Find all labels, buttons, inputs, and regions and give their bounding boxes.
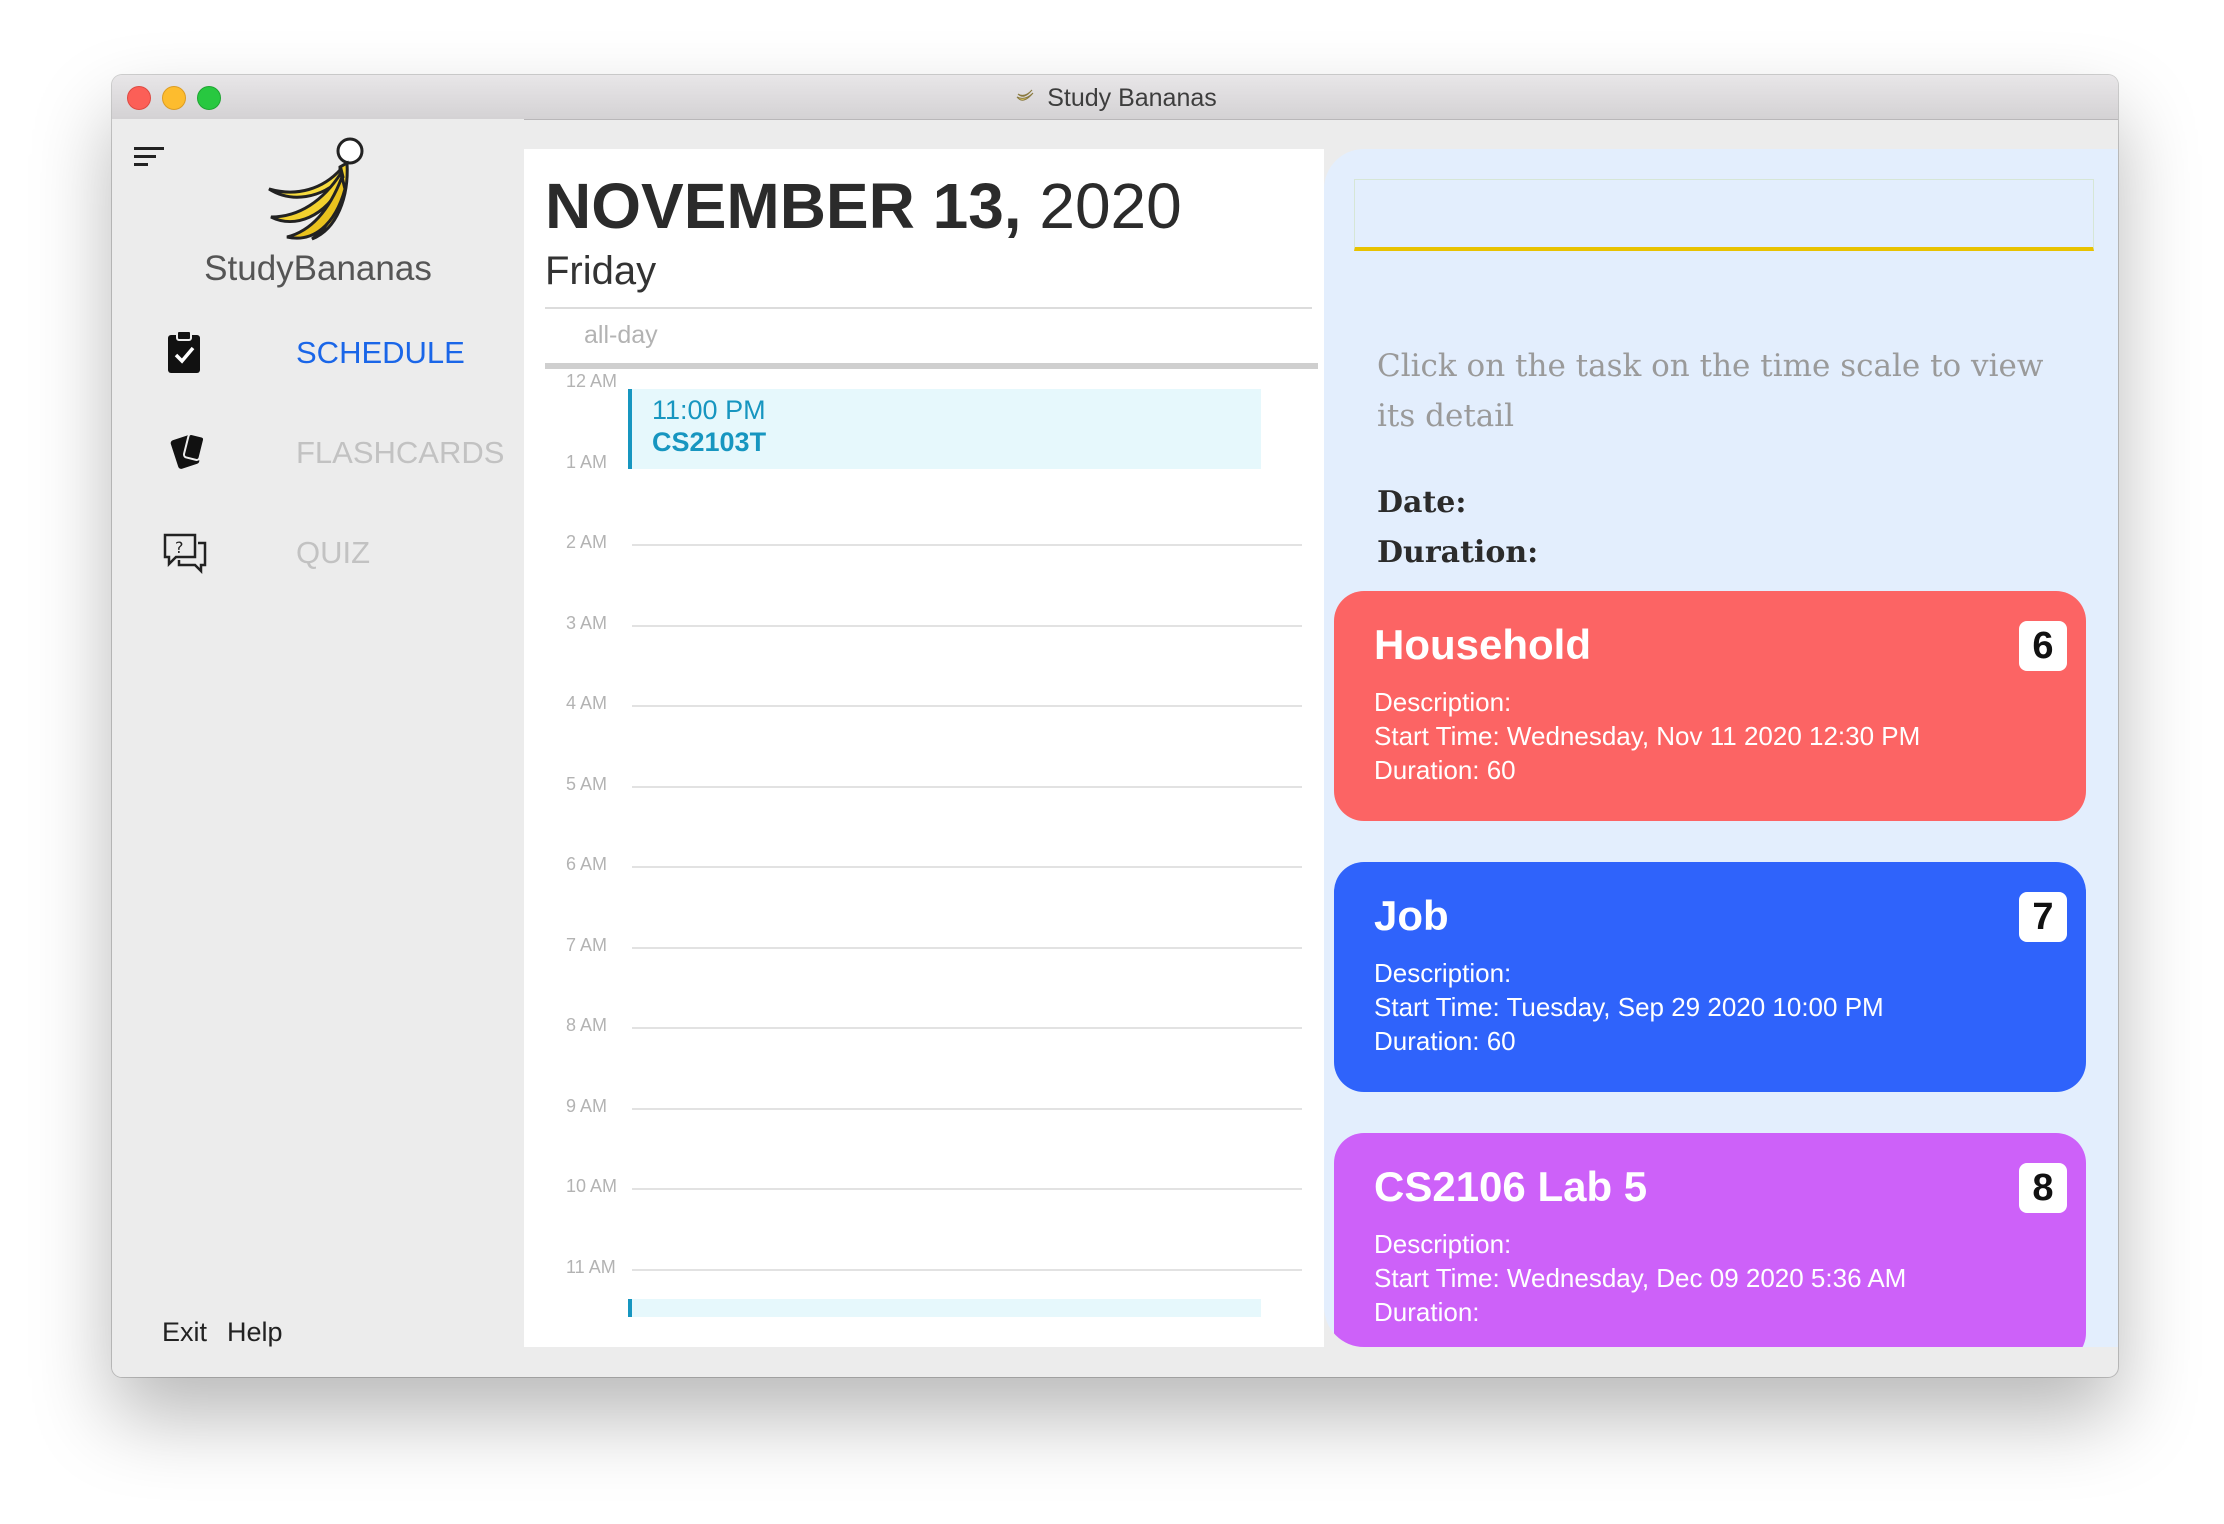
task-card-cs2106-lab[interactable]: CS2106 Lab 5 8 Description: Start Time: … [1334,1133,2086,1347]
app-window: Study Bananas StudyBananas SCHEDULE FLAS… [112,75,2118,1377]
date-heading: NOVEMBER 13, 2020 [545,169,1182,243]
footer-links: Exit Help [162,1317,303,1348]
hour-gridline [632,705,1302,707]
task-description: Description: [1374,1229,1512,1259]
hour-gridline [632,1188,1302,1190]
command-input[interactable] [1354,179,2094,251]
nav-schedule-label: SCHEDULE [296,335,465,370]
task-description: Description: [1374,958,1512,988]
event-time: 11:00 PM [652,395,766,425]
task-card-job[interactable]: Job 7 Description: Start Time: Tuesday, … [1334,862,2086,1092]
event-name: CS2103T [652,427,767,457]
window-title-text: Study Bananas [1047,84,1217,112]
detail-panel: Click on the task on the time scale to v… [1324,149,2118,1347]
task-description: Description: [1374,687,1512,717]
detail-hint: Click on the task on the time scale to v… [1377,348,2044,434]
weekday-label: Friday [545,249,657,293]
hour-label: 2 AM [566,532,608,552]
task-index-badge: 6 [2019,621,2067,671]
hour-label: 8 AM [566,1015,608,1035]
title-bar: Study Bananas [112,75,2118,120]
task-duration: Duration: 60 [1374,1026,1516,1056]
task-duration: Duration: [1374,1297,1480,1327]
task-index-badge: 7 [2019,892,2067,942]
hour-gridline [632,624,1302,627]
task-index-badge: 8 [2019,1163,2067,1213]
svg-text:?: ? [175,538,184,557]
day-calendar: NOVEMBER 13, 2020 Friday all-day 12 AM 1 … [524,149,1324,1347]
detail-date-label: Date: [1377,485,1467,520]
hour-gridline [632,1107,1302,1110]
hour-gridline [632,866,1302,868]
task-start-time: Start Time: Wednesday, Dec 09 2020 5:36 … [1374,1263,1907,1293]
study-bananas-logo [268,137,364,241]
nav-flashcards[interactable]: FLASHCARDS [162,425,504,481]
quiz-chat-icon: ? [163,533,207,575]
window-title: Study Bananas [112,84,2118,113]
exit-link[interactable]: Exit [162,1317,207,1347]
hour-label: 10 AM [566,1176,618,1196]
hour-gridline [632,785,1302,788]
hour-gridline [632,1027,1302,1029]
task-title: CS2106 Lab 5 [1374,1163,1648,1210]
hour-label: 12 AM [566,371,618,391]
hour-label: 4 AM [566,693,608,713]
menu-icon[interactable] [134,145,166,169]
cards-icon [170,433,206,469]
task-card-household[interactable]: Household 6 Description: Start Time: Wed… [1334,591,2086,821]
calendar-event[interactable]: 11:00 PM CS2103T [628,389,1261,469]
nav-flashcards-label: FLASHCARDS [296,435,505,470]
task-start-time: Start Time: Wednesday, Nov 11 2020 12:30… [1374,721,1921,751]
help-link[interactable]: Help [227,1317,283,1347]
date-month-day: NOVEMBER 13, [545,170,1022,242]
hour-label: 1 AM [566,451,608,472]
task-title: Household [1374,621,1591,668]
hour-label: 11 AM [566,1256,616,1277]
nav-quiz-label: QUIZ [296,535,371,570]
sidebar: StudyBananas SCHEDULE FLASHCARDS ? QUIZ [112,119,524,1377]
hour-label: 6 AM [566,854,608,874]
nav-schedule[interactable]: SCHEDULE [162,325,492,381]
task-title: Job [1374,892,1449,939]
hour-gridline [632,544,1302,546]
hour-label: 3 AM [566,612,608,633]
brand-name: StudyBananas [204,249,432,288]
task-duration: Duration: 60 [1374,755,1516,785]
hour-label: 9 AM [566,1095,608,1116]
all-day-label: all-day [584,321,658,349]
hour-gridline [632,946,1302,949]
hour-label: 7 AM [566,934,608,955]
date-year: 2020 [1039,170,1182,242]
task-start-time: Start Time: Tuesday, Sep 29 2020 10:00 P… [1374,992,1884,1022]
banana-icon [1016,89,1034,101]
hour-gridline [632,1268,1302,1271]
clipboard-check-icon [168,330,200,373]
nav-quiz[interactable]: ? QUIZ [162,525,492,581]
detail-duration-label: Duration: [1377,535,1539,570]
divider [545,307,1312,309]
calendar-event-partial[interactable] [628,1299,1261,1317]
hour-label: 5 AM [566,773,608,794]
all-day-divider [545,363,1318,369]
